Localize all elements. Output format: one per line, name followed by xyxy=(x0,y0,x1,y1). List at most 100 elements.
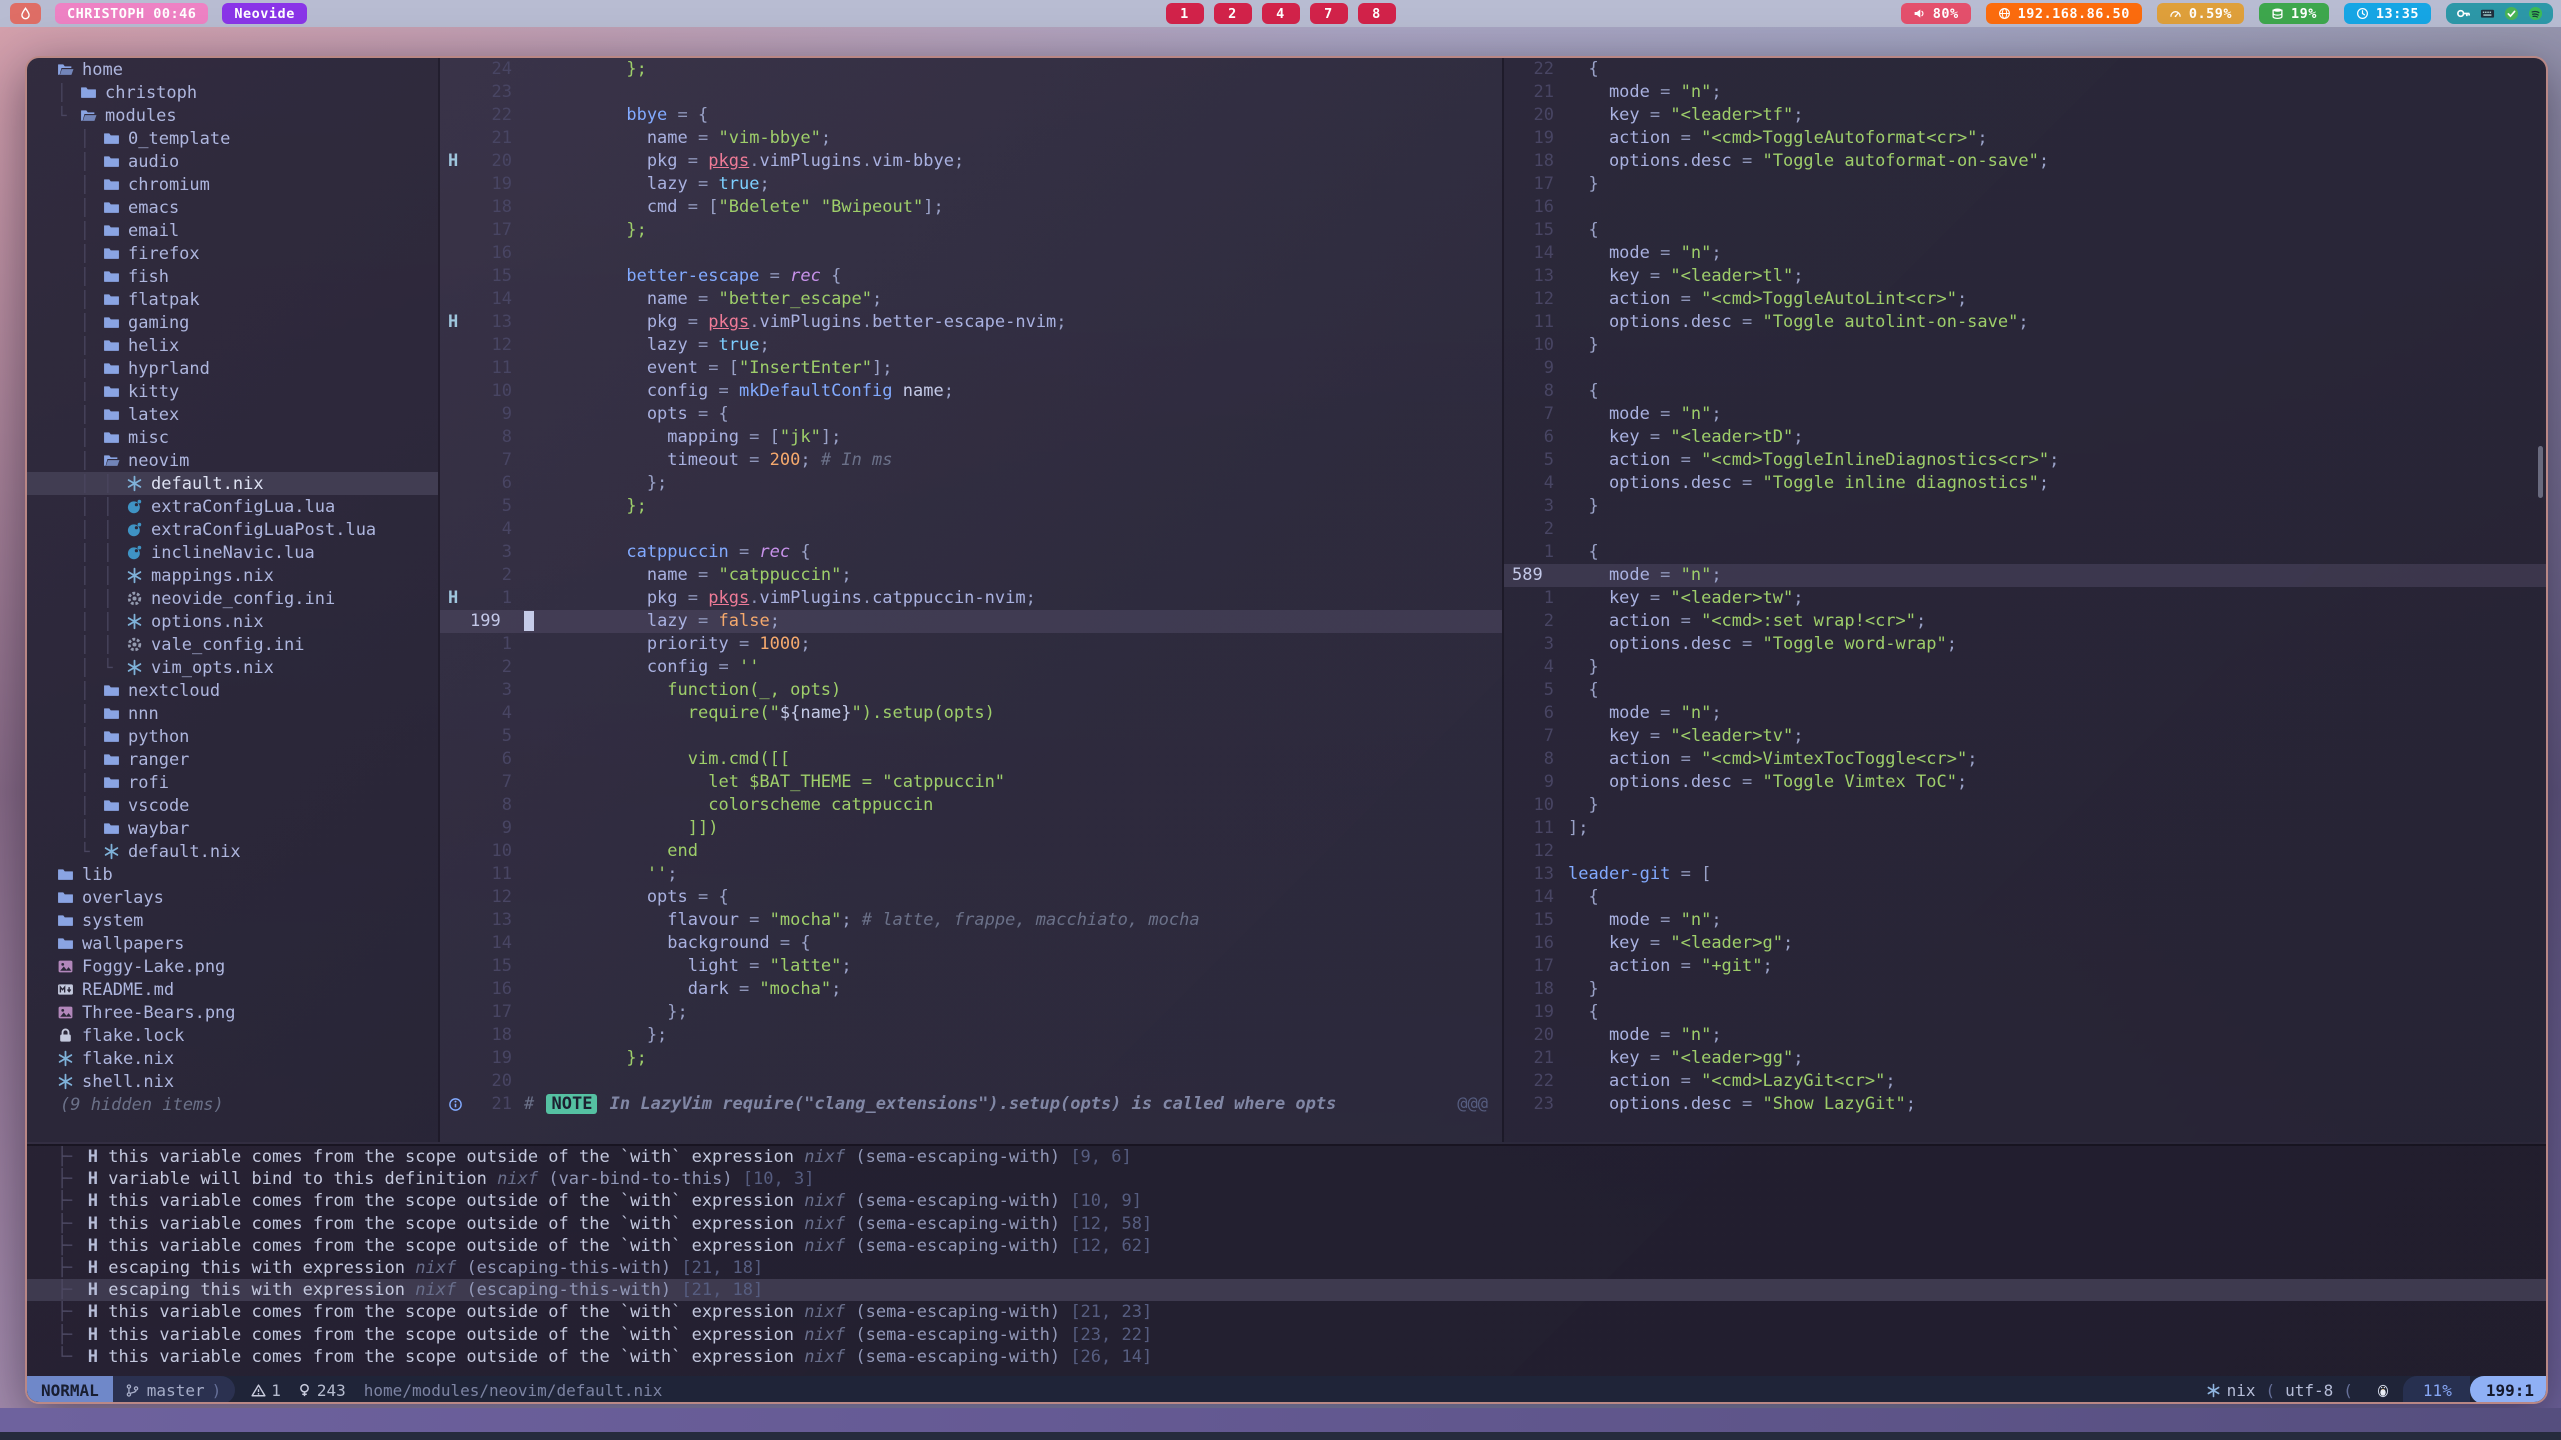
code-line[interactable]: 1 { xyxy=(1504,541,2548,564)
diagnostic-item[interactable]: ├╴ H this variable comes from the scope … xyxy=(27,1324,2548,1346)
tree-item-overlays[interactable]: overlays xyxy=(27,886,438,909)
tree-item-waybar[interactable]: │waybar xyxy=(27,817,438,840)
volume-pill[interactable]: 80% xyxy=(1901,3,1971,24)
code-line[interactable]: 19 action = "<cmd>ToggleAutoformat<cr>"; xyxy=(1504,127,2548,150)
diagnostic-item[interactable]: ├╴ H escaping this with expression nixf … xyxy=(27,1257,2548,1279)
tree-item-fish[interactable]: │fish xyxy=(27,265,438,288)
code-line[interactable]: 9 opts = { xyxy=(440,403,1502,426)
code-line[interactable]: 4 options.desc = "Toggle inline diagnost… xyxy=(1504,472,2548,495)
memory-pill[interactable]: 19% xyxy=(2259,3,2329,24)
tree-item-flake.lock[interactable]: flake.lock xyxy=(27,1024,438,1047)
tree-item-0_template[interactable]: │0_template xyxy=(27,127,438,150)
code-line[interactable]: 22 { xyxy=(1504,58,2548,81)
tree-item-christoph[interactable]: │christoph xyxy=(27,81,438,104)
diagnostic-item[interactable]: ├╴ H this variable comes from the scope … xyxy=(27,1213,2548,1235)
code-line[interactable]: 5 }; xyxy=(440,495,1502,518)
tree-item-wallpapers[interactable]: wallpapers xyxy=(27,932,438,955)
code-line[interactable]: 11]; xyxy=(1504,817,2548,840)
code-line[interactable]: 7 timeout = 200; # In ms xyxy=(440,449,1502,472)
code-line[interactable]: 11 options.desc = "Toggle autolint-on-sa… xyxy=(1504,311,2548,334)
tree-item-lib[interactable]: lib xyxy=(27,863,438,886)
code-line[interactable]: 8 { xyxy=(1504,380,2548,403)
code-line[interactable]: 10 } xyxy=(1504,334,2548,357)
tree-item-modules[interactable]: └modules xyxy=(27,104,438,127)
code-line[interactable]: 7 key = "<leader>tv"; xyxy=(1504,725,2548,748)
code-line[interactable]: 16 dark = "mocha"; xyxy=(440,978,1502,1001)
tree-item-inclineNavic.lua[interactable]: ││inclineNavic.lua xyxy=(27,541,438,564)
code-line[interactable]: 13leader-git = [ xyxy=(1504,863,2548,886)
app-name-pill[interactable]: Neovide xyxy=(222,3,306,24)
tree-item-audio[interactable]: │audio xyxy=(27,150,438,173)
tree-item-default.nix[interactable]: └default.nix xyxy=(27,840,438,863)
code-line[interactable]: 17 action = "+git"; xyxy=(1504,955,2548,978)
code-line[interactable]: 6 mode = "n"; xyxy=(1504,702,2548,725)
code-line[interactable]: 19 { xyxy=(1504,1001,2548,1024)
code-line[interactable]: 17 }; xyxy=(440,219,1502,242)
diagnostic-item[interactable]: ├╴ H this variable comes from the scope … xyxy=(27,1146,2548,1168)
tree-item-flatpak[interactable]: │flatpak xyxy=(27,288,438,311)
code-line[interactable]: 4 } xyxy=(1504,656,2548,679)
code-line[interactable]: 15 { xyxy=(1504,219,2548,242)
workspace-button-1[interactable]: 1 xyxy=(1166,3,1204,24)
code-line[interactable]: 8 mapping = ["jk"]; xyxy=(440,426,1502,449)
code-line[interactable]: 18 options.desc = "Toggle autoformat-on-… xyxy=(1504,150,2548,173)
code-line[interactable]: 1 priority = 1000; xyxy=(440,633,1502,656)
code-line[interactable]: H1 pkg = pkgs.vimPlugins.catppuccin-nvim… xyxy=(440,587,1502,610)
tree-item-default.nix[interactable]: ││default.nix xyxy=(27,472,438,495)
tree-item-options.nix[interactable]: ││options.nix xyxy=(27,610,438,633)
code-line[interactable]: 21 key = "<leader>gg"; xyxy=(1504,1047,2548,1070)
code-line[interactable]: 6 }; xyxy=(440,472,1502,495)
tree-item-README.md[interactable]: README.md xyxy=(27,978,438,1001)
code-line[interactable]: 9 ]]) xyxy=(440,817,1502,840)
diagnostic-item[interactable]: ├╴ H variable will bind to this definiti… xyxy=(27,1168,2548,1190)
tree-item-Foggy-Lake.png[interactable]: Foggy-Lake.png xyxy=(27,955,438,978)
code-line[interactable]: 16 xyxy=(440,242,1502,265)
code-line[interactable]: 2 action = "<cmd>:set wrap!<cr>"; xyxy=(1504,610,2548,633)
code-line[interactable]: 14 name = "better_escape"; xyxy=(440,288,1502,311)
tree-item-email[interactable]: │email xyxy=(27,219,438,242)
code-line[interactable]: 6 vim.cmd([[ xyxy=(440,748,1502,771)
code-line[interactable]: 4 xyxy=(440,518,1502,541)
code-line[interactable]: 5 action = "<cmd>ToggleInlineDiagnostics… xyxy=(1504,449,2548,472)
code-line[interactable]: 3 } xyxy=(1504,495,2548,518)
code-line[interactable]: 14 { xyxy=(1504,886,2548,909)
workspace-button-8[interactable]: 8 xyxy=(1358,3,1396,24)
diagnostic-item[interactable]: └╴ H this variable comes from the scope … xyxy=(27,1346,2548,1368)
tree-item-kitty[interactable]: │kitty xyxy=(27,380,438,403)
code-line[interactable]: 15 mode = "n"; xyxy=(1504,909,2548,932)
code-line[interactable]: 13 key = "<leader>tl"; xyxy=(1504,265,2548,288)
code-line[interactable]: 2 name = "catppuccin"; xyxy=(440,564,1502,587)
git-branch-segment[interactable]: master ) xyxy=(113,1376,235,1404)
check-tray-icon[interactable] xyxy=(2504,6,2519,21)
tree-item-latex[interactable]: │latex xyxy=(27,403,438,426)
code-line[interactable]: 21# NOTE In LazyVim require("clang_exten… xyxy=(440,1093,1502,1116)
code-line[interactable]: 11 event = ["InsertEnter"]; xyxy=(440,357,1502,380)
tree-item-vscode[interactable]: │vscode xyxy=(27,794,438,817)
code-line[interactable]: 10 end xyxy=(440,840,1502,863)
code-line[interactable]: 3 catppuccin = rec { xyxy=(440,541,1502,564)
code-line[interactable]: 15 light = "latte"; xyxy=(440,955,1502,978)
code-line[interactable]: 21 mode = "n"; xyxy=(1504,81,2548,104)
code-line[interactable]: 17 }; xyxy=(440,1001,1502,1024)
tree-item-gaming[interactable]: │gaming xyxy=(27,311,438,334)
user-clock-pill[interactable]: CHRISTOPH 00:46 xyxy=(55,3,208,24)
code-line[interactable]: 10 config = mkDefaultConfig name; xyxy=(440,380,1502,403)
code-line[interactable]: 16 xyxy=(1504,196,2548,219)
tree-item-python[interactable]: │python xyxy=(27,725,438,748)
code-line[interactable]: 2 xyxy=(1504,518,2548,541)
hint-count[interactable]: 243 xyxy=(297,1381,346,1400)
clock-pill[interactable]: 13:35 xyxy=(2344,3,2431,24)
diagnostic-item[interactable]: ├╴ H this variable comes from the scope … xyxy=(27,1190,2548,1212)
code-line[interactable]: 3 options.desc = "Toggle word-wrap"; xyxy=(1504,633,2548,656)
code-line[interactable]: 18 cmd = ["Bdelete" "Bwipeout"]; xyxy=(440,196,1502,219)
code-line[interactable]: 1 key = "<leader>tw"; xyxy=(1504,587,2548,610)
code-line[interactable]: 18 } xyxy=(1504,978,2548,1001)
code-line[interactable]: 23 options.desc = "Show LazyGit"; xyxy=(1504,1093,2548,1116)
workspace-button-7[interactable]: 7 xyxy=(1310,3,1348,24)
code-line[interactable]: 23 xyxy=(440,81,1502,104)
code-line[interactable]: 22 bbye = { xyxy=(440,104,1502,127)
spotify-tray-icon[interactable] xyxy=(2528,6,2543,21)
code-line[interactable]: 12 action = "<cmd>ToggleAutoLint<cr>"; xyxy=(1504,288,2548,311)
code-line[interactable]: H20 pkg = pkgs.vimPlugins.vim-bbye; xyxy=(440,150,1502,173)
code-line[interactable]: 20 mode = "n"; xyxy=(1504,1024,2548,1047)
